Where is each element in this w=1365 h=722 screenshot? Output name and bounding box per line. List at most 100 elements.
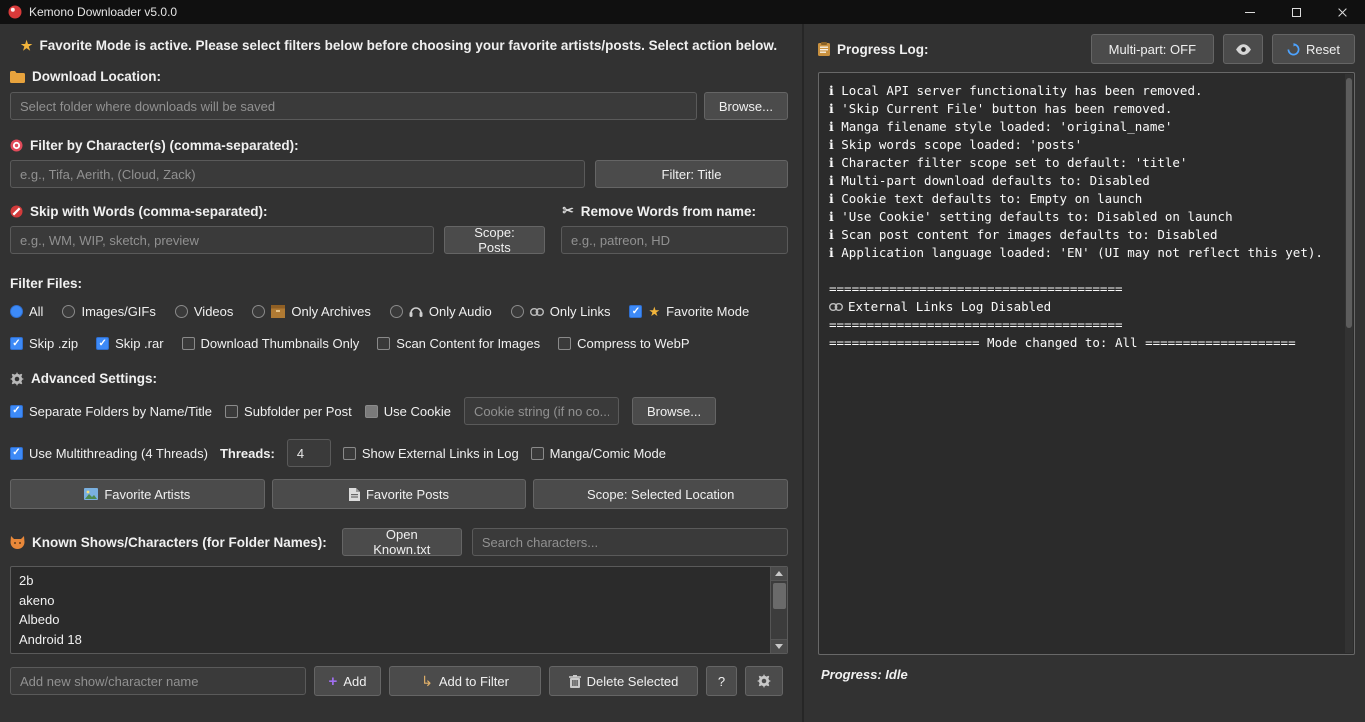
minimize-button[interactable] (1227, 0, 1273, 24)
list-item[interactable]: Albedo (11, 610, 787, 630)
advanced-settings-label: Advanced Settings: (10, 371, 788, 386)
favorite-mode-checkbox[interactable]: ★ Favorite Mode (629, 304, 749, 319)
filter-scope-button[interactable]: Filter: Title (595, 160, 788, 188)
threads-label: Threads: (220, 446, 275, 461)
compress-webp-checkbox[interactable]: Compress to WebP (558, 336, 689, 351)
log-line: ℹ 'Skip Current File' button has been re… (829, 100, 1334, 118)
favorite-posts-button[interactable]: Favorite Posts (272, 479, 527, 509)
list-item[interactable]: 2b (11, 571, 787, 591)
scrollbar-thumb[interactable] (773, 583, 786, 609)
checkbox-icon (225, 405, 238, 418)
log-line: External Links Log Disabled (829, 298, 1334, 316)
separate-folders-checkbox[interactable]: Separate Folders by Name/Title (10, 404, 212, 419)
close-icon (1337, 7, 1348, 18)
radio-all[interactable]: All (10, 304, 43, 319)
list-item[interactable]: akeno (11, 591, 787, 611)
remove-words-input[interactable] (561, 226, 788, 254)
browse-cookie-button[interactable]: Browse... (632, 397, 716, 425)
eye-button[interactable] (1223, 34, 1263, 64)
thumbnails-only-checkbox[interactable]: Download Thumbnails Only (182, 336, 360, 351)
list-item[interactable]: Android 21 (11, 649, 787, 654)
radio-only-archives[interactable]: Only Archives (252, 304, 370, 319)
radio-icon (252, 305, 265, 318)
log-line: ======================================= (829, 316, 1334, 334)
scissors-icon: ✂ (562, 203, 573, 219)
list-item[interactable]: Android 18 (11, 630, 787, 650)
filter-files-label: Filter Files: (10, 276, 788, 291)
cookie-string-input[interactable] (464, 397, 619, 425)
search-characters-input[interactable] (472, 528, 788, 556)
log-line (829, 262, 1334, 280)
character-filter-input[interactable] (10, 160, 585, 188)
download-location-label: Download Location: (10, 69, 788, 84)
file-options-row: Skip .zip Skip .rar Download Thumbnails … (10, 336, 788, 351)
use-cookie-checkbox[interactable]: Use Cookie (365, 404, 451, 419)
character-filter-label: Filter by Character(s) (comma-separated)… (10, 138, 788, 153)
show-external-links-checkbox[interactable]: Show External Links in Log (343, 446, 519, 461)
scroll-down-button[interactable] (771, 639, 788, 653)
reset-icon (1287, 43, 1300, 56)
gear-icon (10, 372, 24, 386)
gear-icon (757, 674, 771, 688)
radio-only-links[interactable]: Only Links (511, 304, 611, 319)
skip-words-label: Skip with Words (comma-separated): (10, 204, 268, 219)
settings-button[interactable] (745, 666, 783, 696)
subfolder-per-post-checkbox[interactable]: Subfolder per Post (225, 404, 352, 419)
fox-icon (10, 536, 25, 549)
skip-rar-checkbox[interactable]: Skip .rar (96, 336, 163, 351)
download-location-input[interactable] (10, 92, 697, 120)
favorite-artists-button[interactable]: Favorite Artists (10, 479, 265, 509)
log-line: ℹ Application language loaded: 'EN' (UI … (829, 244, 1334, 262)
radio-images-gifs[interactable]: Images/GIFs (62, 304, 155, 319)
add-character-input[interactable] (10, 667, 306, 695)
skip-zip-checkbox[interactable]: Skip .zip (10, 336, 78, 351)
folder-icon (10, 71, 25, 83)
notice-text: Favorite Mode is active. Please select f… (39, 38, 777, 53)
checkbox-icon (10, 405, 23, 418)
multipart-toggle-button[interactable]: Multi-part: OFF (1091, 34, 1214, 64)
browse-download-button[interactable]: Browse... (704, 92, 788, 120)
log-line: ℹ Scan post content for images defaults … (829, 226, 1334, 244)
reset-button[interactable]: Reset (1272, 34, 1355, 64)
scan-content-checkbox[interactable]: Scan Content for Images (377, 336, 540, 351)
log-scrollbar[interactable] (1345, 74, 1353, 653)
radio-videos[interactable]: Videos (175, 304, 234, 319)
radio-only-audio[interactable]: Only Audio (390, 304, 492, 319)
maximize-button[interactable] (1273, 0, 1319, 24)
help-button[interactable]: ? (706, 666, 737, 696)
checkbox-icon (365, 405, 378, 418)
minimize-icon (1245, 12, 1255, 13)
progress-log-label: Progress Log: (818, 42, 929, 57)
skip-scope-button[interactable]: Scope: Posts (444, 226, 545, 254)
log-line: ℹ 'Use Cookie' setting defaults to: Disa… (829, 208, 1334, 226)
arrow-down-icon (775, 644, 783, 649)
known-characters-list[interactable]: 2b akeno Albedo Android 18 Android 21 (10, 566, 788, 654)
multithreading-checkbox[interactable]: Use Multithreading (4 Threads) (10, 446, 208, 461)
checkbox-icon (377, 337, 390, 350)
add-button[interactable]: + Add (314, 666, 381, 696)
main-settings-panel: ★ Favorite Mode is active. Please select… (0, 24, 804, 722)
star-icon: ★ (648, 305, 660, 318)
log-line: ℹ Manga filename style loaded: 'original… (829, 118, 1334, 136)
threads-input[interactable] (287, 439, 331, 467)
no-entry-icon (10, 205, 23, 218)
manga-mode-checkbox[interactable]: Manga/Comic Mode (531, 446, 666, 461)
open-known-txt-button[interactable]: Open Known.txt (342, 528, 462, 556)
delete-selected-button[interactable]: Delete Selected (549, 666, 698, 696)
skip-words-input[interactable] (10, 226, 434, 254)
scope-selected-location-button[interactable]: Scope: Selected Location (533, 479, 788, 509)
scroll-up-button[interactable] (771, 567, 788, 581)
list-scrollbar[interactable] (770, 567, 787, 653)
add-to-filter-button[interactable]: ↳ Add to Filter (389, 666, 541, 696)
headphones-icon (409, 305, 423, 318)
close-button[interactable] (1319, 0, 1365, 24)
radio-icon (175, 305, 188, 318)
target-icon (10, 139, 23, 152)
titlebar: Kemono Downloader v5.0.0 (0, 0, 1365, 24)
log-line: ℹ Cookie text defaults to: Empty on laun… (829, 190, 1334, 208)
progress-status: Progress: Idle (821, 667, 1355, 682)
scrollbar-thumb[interactable] (1346, 78, 1352, 328)
progress-log-output[interactable]: ℹ Local API server functionality has bee… (818, 72, 1355, 655)
eye-icon (1235, 44, 1252, 55)
filter-files-radios: All Images/GIFs Videos Only Archives Onl… (10, 304, 788, 319)
